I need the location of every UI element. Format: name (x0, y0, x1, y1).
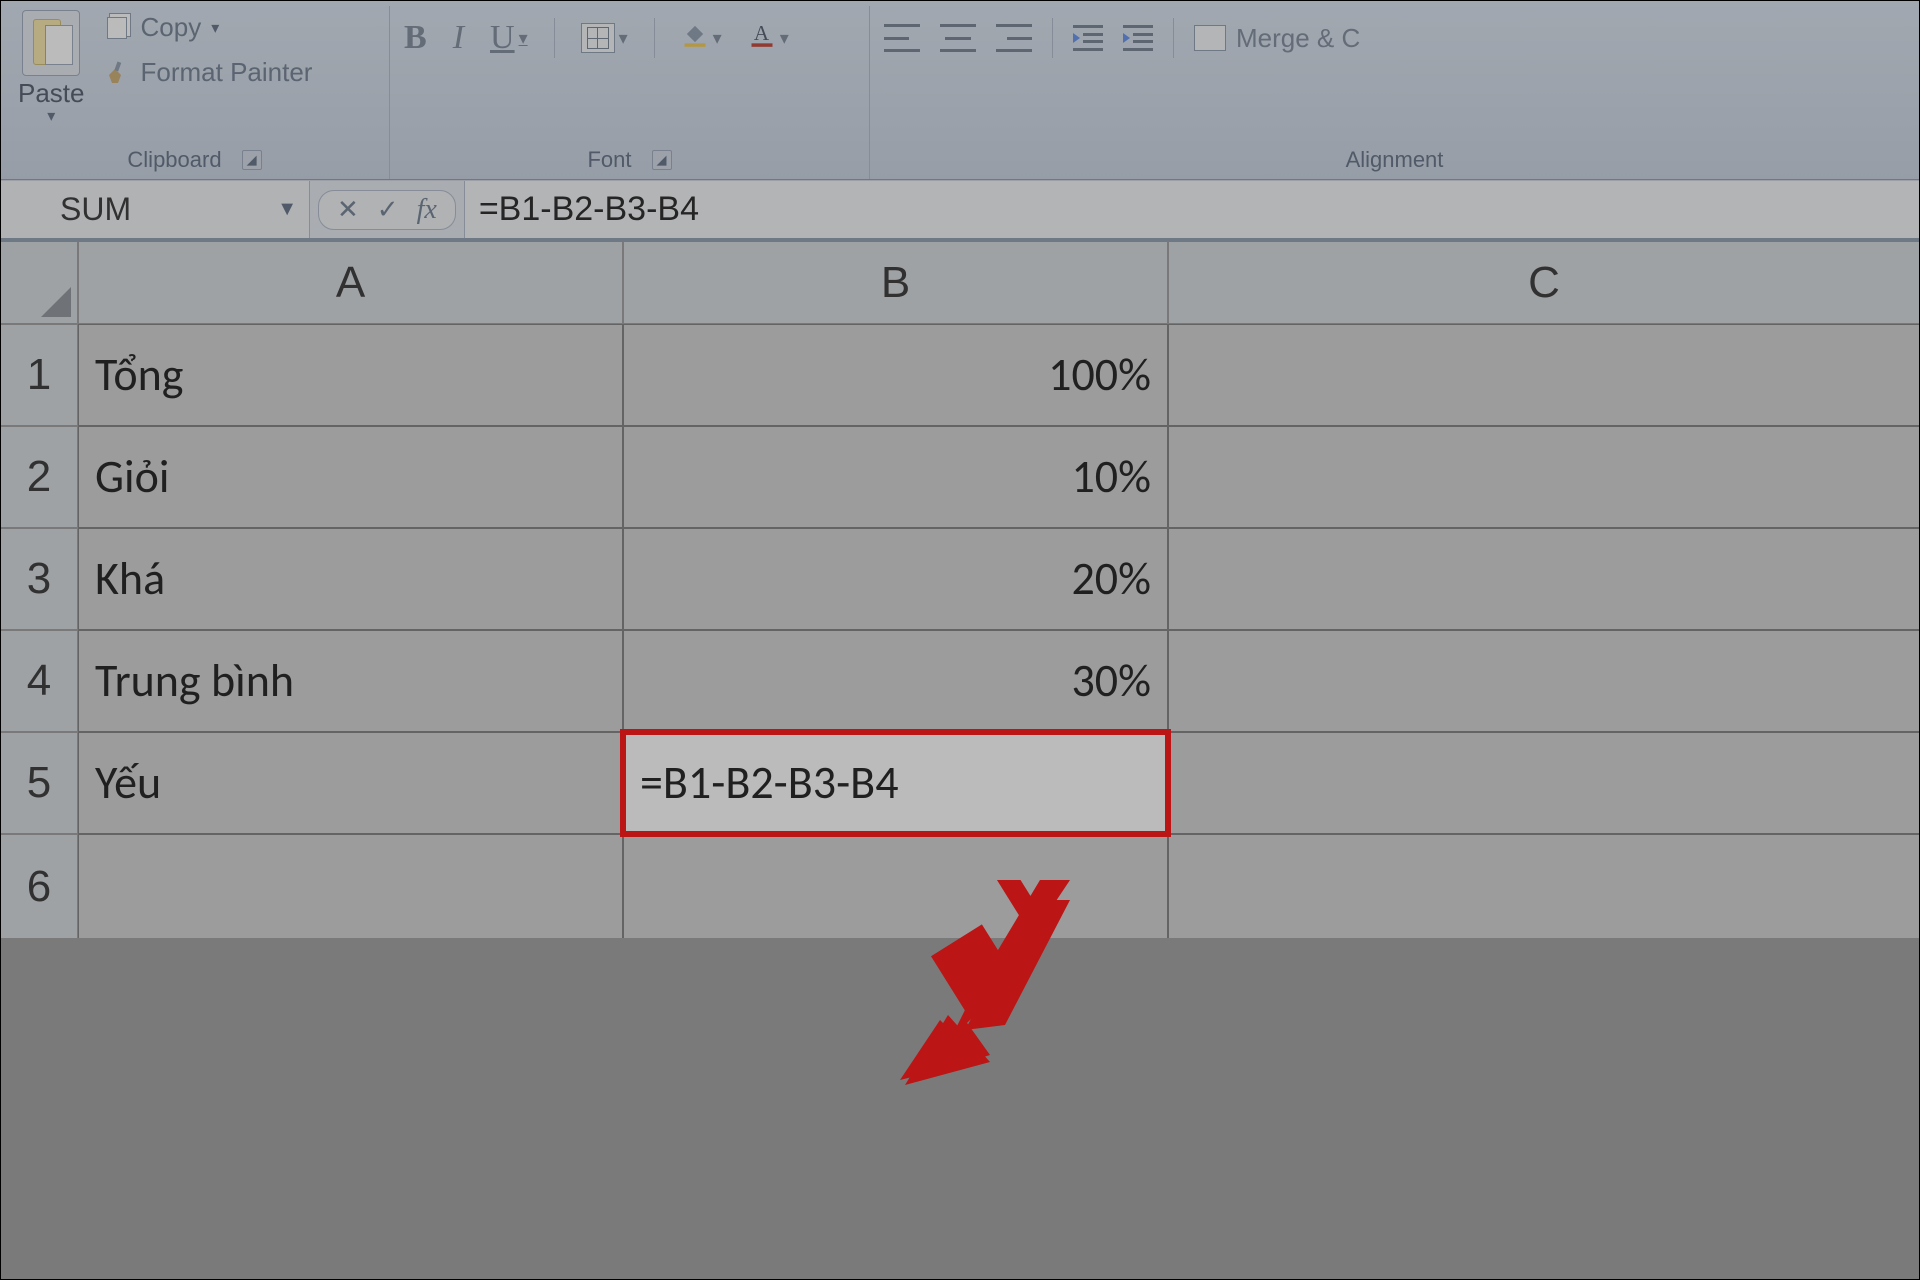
name-box-value: SUM (60, 191, 131, 228)
cell-b2[interactable]: 10% (623, 426, 1168, 528)
column-header-c[interactable]: C (1168, 240, 1920, 324)
paste-button[interactable]: Paste ▾ (10, 10, 99, 126)
svg-text:A: A (754, 21, 770, 45)
borders-button[interactable]: ▾ (581, 23, 628, 53)
copy-button[interactable]: Copy ▾ (103, 12, 313, 43)
align-right-button[interactable] (996, 24, 1032, 52)
name-box[interactable]: SUM ▼ (0, 181, 310, 238)
cell-c2[interactable] (1168, 426, 1920, 528)
chevron-down-icon: ▾ (211, 18, 219, 38)
ribbon: Paste ▾ Copy ▾ Format Painter Clipboard (0, 0, 1920, 180)
row-header[interactable]: 3 (0, 528, 78, 630)
row-header[interactable]: 4 (0, 630, 78, 732)
increase-indent-button[interactable] (1123, 25, 1153, 51)
separator (554, 18, 555, 58)
align-left-button[interactable] (884, 24, 920, 52)
cell-c6[interactable] (1168, 834, 1920, 938)
cell-b3[interactable]: 20% (623, 528, 1168, 630)
cell-b6[interactable] (623, 834, 1168, 938)
copy-icon (103, 16, 131, 40)
bold-button[interactable]: B (404, 19, 427, 57)
worksheet: A B C 1 Tổng 100% 2 Giỏi 10% 3 Khá 20% 4… (0, 240, 1920, 938)
insert-function-button[interactable]: fx (417, 194, 437, 226)
decrease-indent-button[interactable] (1073, 25, 1103, 51)
column-header-a[interactable]: A (78, 240, 623, 324)
group-label-alignment: Alignment (1346, 147, 1444, 173)
cell-c1[interactable] (1168, 324, 1920, 426)
dialog-launcher-icon[interactable]: ◢ (652, 150, 672, 170)
row-header[interactable]: 5 (0, 732, 78, 834)
merge-label: Merge & C (1236, 23, 1360, 54)
formula-enter-button[interactable]: ✓ (377, 194, 399, 225)
formula-bar: SUM ▼ ✕ ✓ fx =B1-B2-B3-B4 (0, 180, 1920, 240)
copy-label: Copy (141, 12, 202, 43)
fill-color-button[interactable]: ▾ (681, 19, 722, 57)
paste-label: Paste (18, 80, 85, 106)
row-header[interactable]: 6 (0, 834, 78, 938)
font-color-icon: A (748, 19, 776, 57)
ribbon-group-font: B I U▾ ▾ ▾ A ▾ (390, 6, 870, 179)
font-color-button[interactable]: A ▾ (748, 19, 789, 57)
cell-a2[interactable]: Giỏi (78, 426, 623, 528)
group-label-font: Font (587, 147, 631, 173)
cell-c5[interactable] (1168, 732, 1920, 834)
cell-b1[interactable]: 100% (623, 324, 1168, 426)
merge-center-button[interactable]: Merge & C (1194, 23, 1360, 54)
format-painter-button[interactable]: Format Painter (103, 57, 313, 88)
fill-color-icon (681, 19, 709, 57)
cell-a6[interactable] (78, 834, 623, 938)
formula-input[interactable]: =B1-B2-B3-B4 (465, 181, 1920, 238)
separator (654, 18, 655, 58)
cell-a1[interactable]: Tổng (78, 324, 623, 426)
ribbon-group-alignment: Merge & C Alignment ab▾ Wrap Text (870, 6, 1920, 179)
borders-icon (581, 23, 615, 53)
cell-a3[interactable]: Khá (78, 528, 623, 630)
merge-icon (1194, 25, 1226, 51)
separator (1052, 18, 1053, 58)
chevron-down-icon: ▼ (277, 198, 297, 221)
separator (1173, 18, 1174, 58)
dialog-launcher-icon[interactable]: ◢ (242, 150, 262, 170)
select-all-button[interactable] (0, 240, 78, 324)
cell-c3[interactable] (1168, 528, 1920, 630)
cell-c4[interactable] (1168, 630, 1920, 732)
cell-b5-active[interactable]: =B1-B2-B3-B4 (623, 732, 1168, 834)
ribbon-group-clipboard: Paste ▾ Copy ▾ Format Painter Clipboard (0, 6, 390, 179)
align-center-button[interactable] (940, 24, 976, 52)
group-label-clipboard: Clipboard (127, 147, 221, 173)
column-header-b[interactable]: B (623, 240, 1168, 324)
paste-icon (22, 10, 80, 76)
format-painter-icon (103, 61, 131, 85)
italic-button[interactable]: I (453, 19, 464, 57)
cell-a4[interactable]: Trung bình (78, 630, 623, 732)
formula-text: =B1-B2-B3-B4 (479, 190, 699, 229)
row-header[interactable]: 2 (0, 426, 78, 528)
chevron-down-icon: ▾ (47, 106, 55, 126)
underline-button[interactable]: U▾ (490, 19, 528, 57)
row-header[interactable]: 1 (0, 324, 78, 426)
cell-b4[interactable]: 30% (623, 630, 1168, 732)
cell-a5[interactable]: Yếu (78, 732, 623, 834)
fx-icon: fx (417, 194, 437, 225)
formula-cancel-button[interactable]: ✕ (337, 194, 359, 225)
format-painter-label: Format Painter (141, 57, 313, 88)
